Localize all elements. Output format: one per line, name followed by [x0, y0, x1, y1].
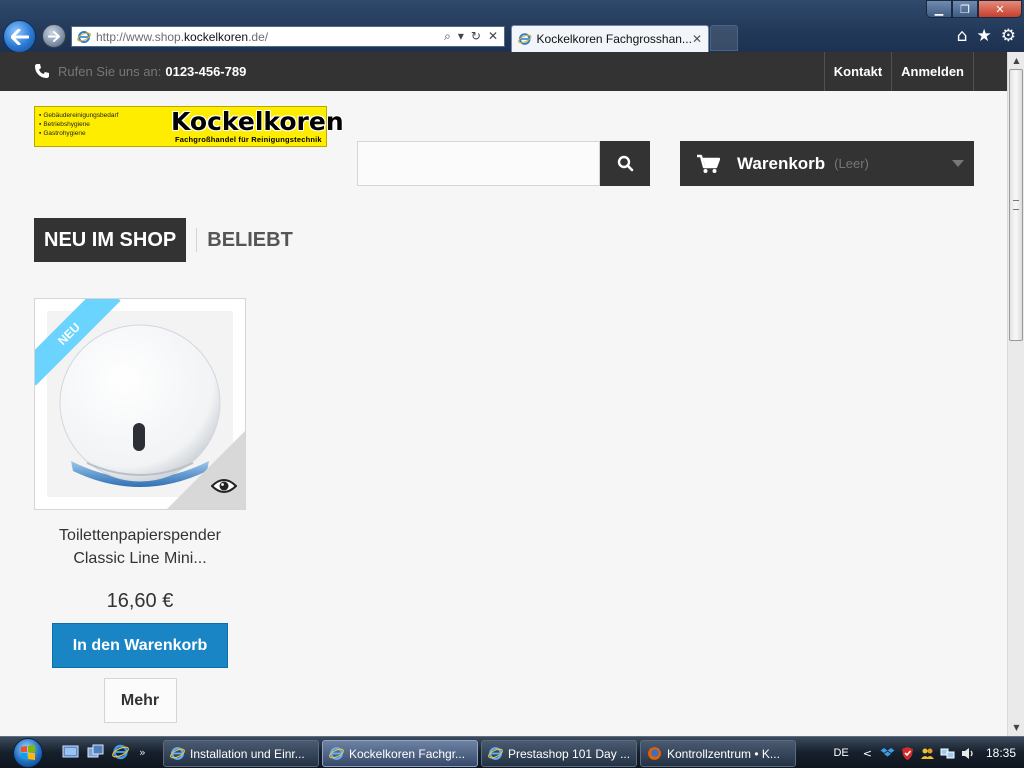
tab-title: Kockelkoren Fachgrosshan... [536, 32, 692, 46]
phone-label: Rufen Sie uns an: [58, 63, 162, 79]
task-installation[interactable]: Installation und Einr... [163, 740, 319, 767]
close-window-button[interactable]: ✕ [978, 0, 1022, 18]
back-button[interactable] [3, 20, 36, 53]
tray-expand-icon[interactable]: < [863, 747, 872, 760]
windows-logo-icon [21, 745, 35, 760]
cart-block[interactable]: Warenkorb (Leer) [680, 141, 974, 186]
ie-page-icon [170, 747, 185, 760]
more-button[interactable]: Mehr [103, 678, 177, 723]
product-name[interactable]: Toilettenpapierspender Classic Line Mini… [34, 524, 246, 570]
search-icon [617, 155, 633, 172]
windows-taskbar: » Installation und Einr... Kockelkoren F… [0, 736, 1024, 768]
address-url: http://www.shop.kockelkoren.de/ [96, 29, 269, 44]
scroll-down-icon[interactable]: ▼ [1008, 719, 1024, 736]
logo-tagline: Fachgroßhandel für Reinigungstechnik [175, 135, 322, 144]
search-input[interactable] [357, 141, 600, 186]
browser-tab-active[interactable]: Kockelkoren Fachgrosshan... ✕ [511, 25, 709, 52]
page-viewport: Rufen Sie uns an: 0123-456-789 Kontakt A… [0, 52, 1007, 736]
start-button[interactable] [6, 737, 50, 768]
browser-chrome: ▁ ❐ ✕ http://www.shop.kockelkoren.de/ ⌕ … [0, 0, 1024, 53]
quick-launch-more-icon[interactable]: » [139, 746, 146, 759]
shopping-cart-icon [697, 154, 720, 173]
refresh-icon[interactable]: ↻ [471, 29, 481, 44]
shop-logo[interactable]: Gebäudereinigungsbedarf Betriebshygiene … [34, 106, 344, 147]
window-controls: ▁ ❐ ✕ [926, 0, 1022, 18]
tab-popular[interactable]: BELIEBT [207, 218, 293, 262]
ie-page-icon [488, 747, 503, 760]
ie-launch-icon[interactable] [112, 744, 129, 760]
maximize-button[interactable]: ❐ [952, 0, 978, 18]
scroll-up-icon[interactable]: ▲ [1008, 52, 1024, 69]
search-form [357, 141, 650, 186]
forward-button[interactable] [42, 24, 66, 48]
contact-link[interactable]: Kontakt [823, 52, 891, 91]
dropbox-icon[interactable] [880, 746, 895, 761]
tab-close-icon[interactable]: ✕ [692, 32, 702, 46]
stop-icon[interactable]: ✕ [488, 29, 498, 44]
task-prestashop[interactable]: Prestashop 101 Day ... [481, 740, 637, 767]
tab-new-in-shop[interactable]: NEU IM SHOP [34, 218, 187, 262]
quick-view-corner[interactable] [167, 431, 245, 509]
scroll-thumb[interactable] [1009, 69, 1023, 341]
show-desktop-icon[interactable] [62, 744, 79, 760]
task-kontrollzentrum[interactable]: Kontrollzentrum • K... [640, 740, 796, 767]
cart-status: (Leer) [834, 156, 869, 171]
product-tabs: NEU IM SHOP BELIEBT [34, 218, 293, 262]
system-tray: DE < 18:35 [833, 737, 1024, 768]
language-indicator[interactable]: DE [833, 747, 848, 759]
home-icon[interactable]: ⌂ [957, 26, 968, 46]
switch-windows-icon[interactable] [87, 744, 104, 760]
tab-separator [196, 228, 198, 252]
product-card: NEU Toilettenpapierspender Classic Line … [34, 298, 246, 723]
new-tab-button[interactable] [710, 25, 738, 51]
topbar-links: Kontakt Anmelden [823, 52, 974, 91]
quick-launch: » [62, 744, 146, 760]
ie-page-icon [329, 747, 344, 760]
ie-page-icon [77, 30, 91, 43]
caret-down-icon [952, 160, 964, 167]
minimize-button[interactable]: ▁ [926, 0, 952, 18]
phone-icon [35, 64, 49, 78]
firefox-icon [648, 747, 661, 760]
search-button[interactable] [600, 141, 650, 186]
cart-title: Warenkorb [737, 153, 826, 173]
volume-icon[interactable] [960, 746, 975, 761]
add-to-cart-button[interactable]: In den Warenkorb [52, 623, 228, 668]
arrow-left-icon [10, 28, 29, 45]
eye-icon[interactable] [211, 477, 237, 495]
search-icon[interactable]: ⌕ [444, 29, 451, 44]
favorites-star-icon[interactable]: ★ [977, 26, 992, 46]
login-link[interactable]: Anmelden [891, 52, 974, 91]
logo-lines: Gebäudereinigungsbedarf Betriebshygiene … [39, 111, 118, 138]
product-image-box[interactable]: NEU [34, 298, 246, 510]
address-bar[interactable]: http://www.shop.kockelkoren.de/ ⌕ ▾ ↻ ✕ [71, 26, 505, 47]
phone-info: Rufen Sie uns an: 0123-456-789 [34, 63, 246, 79]
product-price: 16,60 € [106, 590, 174, 612]
users-icon[interactable] [920, 746, 935, 761]
phone-number: 0123-456-789 [165, 63, 247, 79]
gear-icon[interactable]: ⚙ [1001, 26, 1016, 46]
taskbar-tasks: Installation und Einr... Kockelkoren Fac… [163, 740, 796, 767]
arrow-right-icon [48, 30, 60, 42]
task-kockelkoren[interactable]: Kockelkoren Fachgr... [322, 740, 478, 767]
chevron-down-icon[interactable]: ▾ [458, 29, 464, 44]
logo-brand: Kockelkoren [171, 107, 344, 136]
shop-topbar: Rufen Sie uns an: 0123-456-789 Kontakt A… [0, 52, 1007, 91]
network-icon[interactable] [940, 746, 955, 761]
vertical-scrollbar[interactable]: ▲ ▼ [1007, 52, 1024, 736]
ie-page-icon [518, 33, 532, 45]
clock[interactable]: 18:35 [986, 746, 1016, 760]
shield-icon[interactable] [900, 746, 915, 761]
